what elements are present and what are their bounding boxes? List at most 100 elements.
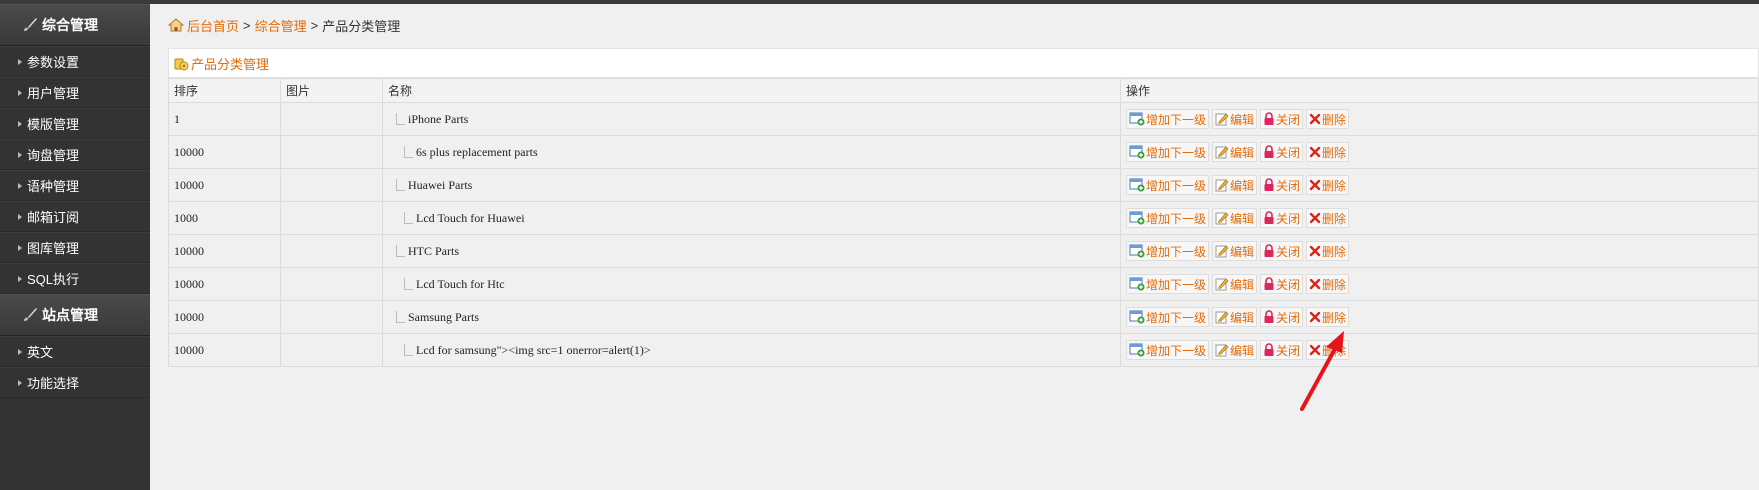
lock-icon bbox=[1264, 310, 1274, 323]
edit-button[interactable]: 编辑 bbox=[1212, 142, 1258, 162]
edit-icon bbox=[1215, 212, 1229, 225]
add-window-icon bbox=[1129, 145, 1145, 159]
close-button[interactable]: 关闭 bbox=[1260, 274, 1304, 294]
sidebar-item-label: 功能选择 bbox=[27, 376, 80, 391]
delete-label: 删除 bbox=[1322, 178, 1347, 193]
add-child-button[interactable]: 增加下一级 bbox=[1126, 274, 1210, 294]
cell-sort: 1000 bbox=[168, 201, 281, 235]
lock-icon bbox=[1264, 343, 1274, 356]
sidebar-item-label: 语种管理 bbox=[27, 179, 80, 194]
cell-name: Samsung Parts bbox=[382, 300, 1121, 334]
close-button[interactable]: 关闭 bbox=[1260, 340, 1304, 360]
close-label: 关闭 bbox=[1276, 310, 1301, 325]
add-child-button[interactable]: 增加下一级 bbox=[1126, 307, 1210, 327]
edit-icon bbox=[1215, 179, 1229, 192]
sidebar-section-general[interactable]: 综合管理 bbox=[0, 4, 150, 46]
cell-sort: 10000 bbox=[168, 300, 281, 334]
sidebar-item-languages[interactable]: 语种管理 bbox=[0, 170, 150, 201]
add-child-label: 增加下一级 bbox=[1146, 112, 1207, 127]
sidebar-item-label: 图库管理 bbox=[27, 241, 80, 256]
add-child-button[interactable]: 增加下一级 bbox=[1126, 241, 1210, 261]
cell-actions: 增加下一级 编辑 关闭 删除 bbox=[1120, 234, 1759, 268]
sidebar-item-templates[interactable]: 模版管理 bbox=[0, 108, 150, 139]
sidebar-item-features[interactable]: 功能选择 bbox=[0, 367, 150, 398]
add-child-button[interactable]: 增加下一级 bbox=[1126, 340, 1210, 360]
edit-icon bbox=[1215, 113, 1229, 126]
sort-value: 10000 bbox=[174, 144, 204, 159]
sidebar-item-inquiries[interactable]: 询盘管理 bbox=[0, 139, 150, 170]
edit-button[interactable]: 编辑 bbox=[1212, 340, 1258, 360]
breadcrumb-parent-link[interactable]: 综合管理 bbox=[255, 16, 307, 35]
delete-x-icon bbox=[1309, 278, 1321, 290]
close-label: 关闭 bbox=[1276, 343, 1301, 358]
sort-value: 10000 bbox=[174, 243, 204, 258]
delete-button[interactable]: 删除 bbox=[1306, 142, 1350, 162]
cell-name: Lcd Touch for Htc bbox=[382, 267, 1121, 301]
cell-name: Huawei Parts bbox=[382, 168, 1121, 202]
category-name: iPhone Parts bbox=[408, 111, 469, 126]
add-child-button[interactable]: 增加下一级 bbox=[1126, 109, 1210, 129]
tree-line-icon bbox=[396, 178, 405, 191]
triangle-right-icon bbox=[18, 379, 22, 386]
table-row: 10000 Lcd Touch for Htc 增加下一级 编辑 关闭 删除 bbox=[168, 267, 1759, 301]
sidebar-item-mail-subscription[interactable]: 邮箱订阅 bbox=[0, 201, 150, 232]
edit-button[interactable]: 编辑 bbox=[1212, 274, 1258, 294]
delete-label: 删除 bbox=[1322, 145, 1347, 160]
delete-label: 删除 bbox=[1322, 277, 1347, 292]
sidebar-item-gallery[interactable]: 图库管理 bbox=[0, 232, 150, 263]
sidebar: 综合管理 参数设置 用户管理 模版管理 询盘管理 语种管理 邮箱订阅 图库管理 … bbox=[0, 4, 150, 490]
sidebar-section-site[interactable]: 站点管理 bbox=[0, 294, 150, 336]
close-button[interactable]: 关闭 bbox=[1260, 307, 1304, 327]
tree-line-icon bbox=[404, 145, 413, 158]
delete-button[interactable]: 删除 bbox=[1306, 208, 1350, 228]
edit-button[interactable]: 编辑 bbox=[1212, 109, 1258, 129]
table-row: 10000 Samsung Parts 增加下一级 编辑 关闭 删除 bbox=[168, 300, 1759, 334]
cell-actions: 增加下一级 编辑 关闭 删除 bbox=[1120, 135, 1759, 169]
cell-image bbox=[280, 234, 383, 268]
sidebar-item-label: 参数设置 bbox=[27, 55, 80, 70]
add-child-label: 增加下一级 bbox=[1146, 145, 1207, 160]
sidebar-item-users[interactable]: 用户管理 bbox=[0, 77, 150, 108]
close-button[interactable]: 关闭 bbox=[1260, 109, 1304, 129]
delete-button[interactable]: 删除 bbox=[1306, 175, 1350, 195]
sort-value: 10000 bbox=[174, 309, 204, 324]
triangle-right-icon bbox=[18, 151, 22, 158]
sort-value: 1000 bbox=[174, 210, 198, 225]
edit-button[interactable]: 编辑 bbox=[1212, 307, 1258, 327]
lock-icon bbox=[1264, 211, 1274, 224]
sidebar-item-english[interactable]: 英文 bbox=[0, 336, 150, 367]
close-label: 关闭 bbox=[1276, 277, 1301, 292]
sidebar-item-sql[interactable]: SQL执行 bbox=[0, 263, 150, 294]
category-table: 排序 图片 名称 操作 1 iPhone Parts 增加下一级 编辑 关闭 删… bbox=[168, 78, 1759, 367]
edit-label: 编辑 bbox=[1230, 112, 1255, 127]
delete-button[interactable]: 删除 bbox=[1306, 274, 1350, 294]
sort-value: 10000 bbox=[174, 342, 204, 357]
sidebar-item-params[interactable]: 参数设置 bbox=[0, 46, 150, 77]
delete-label: 删除 bbox=[1322, 244, 1347, 259]
breadcrumb-home-link[interactable]: 后台首页 bbox=[187, 16, 239, 35]
table-row: 1000 Lcd Touch for Huawei 增加下一级 编辑 关闭 删除 bbox=[168, 201, 1759, 235]
delete-button[interactable]: 删除 bbox=[1306, 241, 1350, 261]
red-arrow-annotation bbox=[1300, 331, 1344, 411]
add-child-button[interactable]: 增加下一级 bbox=[1126, 208, 1210, 228]
tree-line-icon bbox=[404, 277, 413, 290]
add-child-button[interactable]: 增加下一级 bbox=[1126, 142, 1210, 162]
edit-button[interactable]: 编辑 bbox=[1212, 241, 1258, 261]
lock-icon bbox=[1264, 277, 1274, 290]
delete-x-icon bbox=[1309, 311, 1321, 323]
close-button[interactable]: 关闭 bbox=[1260, 175, 1304, 195]
close-button[interactable]: 关闭 bbox=[1260, 142, 1304, 162]
triangle-right-icon bbox=[18, 120, 22, 127]
close-label: 关闭 bbox=[1276, 145, 1301, 160]
close-button[interactable]: 关闭 bbox=[1260, 241, 1304, 261]
edit-button[interactable]: 编辑 bbox=[1212, 208, 1258, 228]
delete-button[interactable]: 删除 bbox=[1306, 307, 1350, 327]
table-row: 10000 HTC Parts 增加下一级 编辑 关闭 删除 bbox=[168, 234, 1759, 268]
add-child-button[interactable]: 增加下一级 bbox=[1126, 175, 1210, 195]
delete-label: 删除 bbox=[1322, 211, 1347, 226]
close-button[interactable]: 关闭 bbox=[1260, 208, 1304, 228]
edit-label: 编辑 bbox=[1230, 310, 1255, 325]
edit-button[interactable]: 编辑 bbox=[1212, 175, 1258, 195]
delete-button[interactable]: 删除 bbox=[1306, 109, 1350, 129]
delete-label: 删除 bbox=[1322, 112, 1347, 127]
